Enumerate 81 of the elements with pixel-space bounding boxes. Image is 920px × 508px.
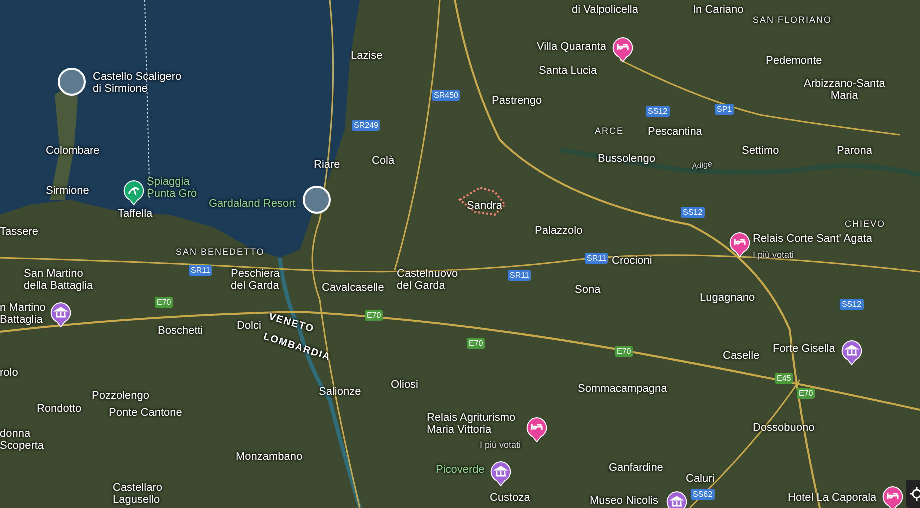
place-label: Castelnuovo del Garda [397, 268, 458, 292]
place-label: Caselle [723, 350, 760, 362]
place-label: Crocioni [612, 255, 652, 267]
bed-pin-icon[interactable] [729, 232, 751, 258]
place-label: In Cariano [693, 4, 744, 16]
place-label: rolo [0, 367, 18, 379]
place-label: Relais Corte Sant' Agata [753, 233, 873, 245]
place-label: Ponte Cantone [109, 407, 182, 419]
road-number-badge: SS12 [840, 299, 864, 310]
place-label: Colombare [46, 145, 100, 157]
river-label: Adige [691, 158, 714, 174]
road-number-badge: SS12 [681, 207, 705, 218]
place-label: Pozzolengo [92, 390, 150, 402]
place-label: Parona [837, 145, 872, 157]
place-label: Villa Quaranta [537, 41, 607, 53]
rating-note: I più votati [480, 439, 522, 451]
place-label: Rondotto [37, 403, 82, 415]
place-label: Lazise [351, 50, 383, 62]
place-label: Custoza [490, 492, 530, 504]
place-label: Arbizzano-Santa Maria [804, 78, 886, 102]
place-label: Pastrengo [492, 95, 542, 107]
poi-label[interactable]: Gardaland Resort [209, 198, 296, 210]
poi-label[interactable]: Spiaggia Punta Grò [147, 176, 198, 200]
place-label: Sandra [467, 200, 502, 212]
bed-pin-icon[interactable] [612, 37, 634, 63]
road-number-badge: SS62 [691, 489, 715, 500]
place-label: Oliosi [391, 379, 419, 391]
road-number-badge: E70 [615, 346, 634, 357]
place-label: San Martino della Battaglia [24, 268, 94, 292]
place-label: Castellaro Lagusello [113, 482, 163, 506]
place-label: Tassere [0, 226, 39, 238]
road-number-badge: SS12 [646, 106, 670, 117]
bed-pin-icon[interactable] [882, 486, 904, 508]
district-label: ARCE [595, 125, 624, 137]
road-number-badge: E45 [775, 373, 794, 384]
place-label: Boschetti [158, 325, 204, 337]
district-label: CHIEVO [845, 218, 886, 230]
place-label: Pedemonte [766, 55, 822, 67]
place-label: Lugagnano [700, 292, 756, 304]
district-label: SAN FLORIANO [753, 14, 832, 26]
place-label: Ganfardine [609, 462, 664, 474]
road-number-badge: SR11 [585, 253, 608, 264]
place-label: Sona [575, 284, 601, 296]
place-label: Castello Scaligero di Sirmione [93, 71, 182, 95]
place-label: n Martino Battaglia [0, 302, 46, 326]
building-pin-icon[interactable] [50, 302, 72, 328]
place-label: Sirmione [46, 185, 90, 197]
place-label: Santa Lucia [539, 65, 598, 77]
crosshair-icon [910, 487, 920, 501]
place-label: Cavalcaselle [322, 282, 384, 294]
building-pin-icon[interactable] [841, 340, 863, 366]
place-label: Sommacampagna [578, 383, 668, 395]
road-number-badge: SR450 [432, 90, 460, 101]
place-label: Monzambano [236, 451, 303, 463]
place-label: Museo Nicolis [590, 495, 658, 507]
place-label: Caluri [686, 473, 715, 485]
place-label: Settimo [742, 145, 780, 157]
road-number-badge: SP1 [715, 104, 734, 115]
road-number-badge: SR11 [508, 270, 532, 281]
road-number-badge: E70 [155, 297, 174, 308]
place-label: Pescantina [648, 126, 702, 138]
umbrella-pin-icon[interactable] [123, 180, 145, 206]
place-label: donna Scoperta [0, 428, 44, 452]
road-number-badge: E70 [365, 310, 384, 321]
building-pin-icon[interactable] [490, 461, 512, 487]
place-label: Taffella [118, 208, 153, 220]
place-label: Dolci [237, 320, 262, 332]
place-label: Colà [372, 155, 395, 167]
road-number-badge: SR11 [189, 265, 212, 276]
poi-label[interactable]: Picoverde [436, 464, 485, 476]
place-label: di Valpolicella [572, 4, 638, 16]
district-label: SAN BENEDETTO [176, 246, 265, 258]
place-label: Bussolengo [598, 153, 656, 165]
place-label: Palazzolo [535, 225, 583, 237]
road-number-badge: E70 [797, 388, 816, 399]
rating-note: I più votati [753, 249, 794, 261]
place-label: Peschiera del Garda [231, 268, 280, 292]
road-number-badge: E70 [467, 338, 486, 349]
place-label: Relais Agriturismo Maria Vittoria [427, 412, 516, 436]
bed-pin-icon[interactable] [526, 417, 548, 443]
road-number-badge: SR249 [352, 120, 380, 131]
